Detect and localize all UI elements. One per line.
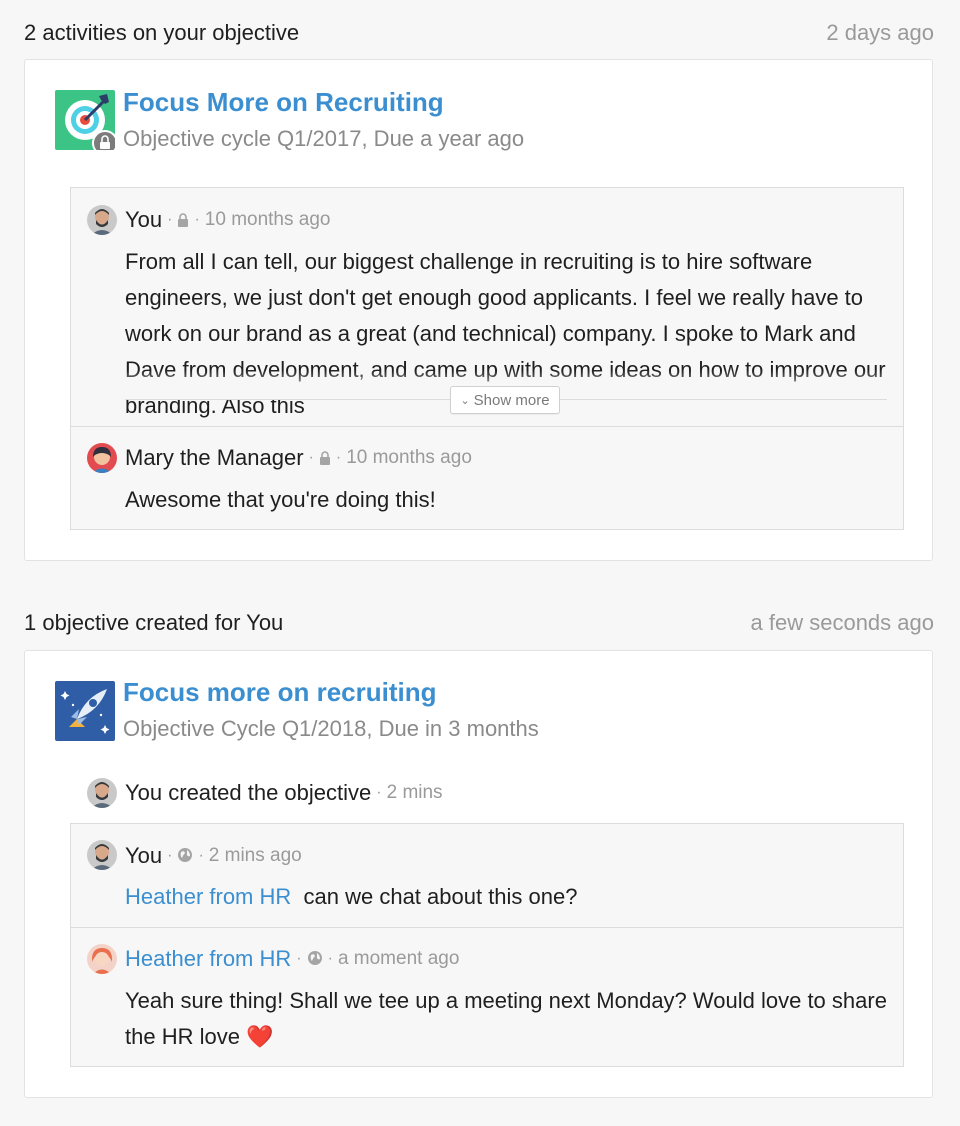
comment-time: 10 months ago xyxy=(346,447,472,468)
group-time: 2 days ago xyxy=(826,20,934,45)
comment-thread: You · · 10 months ago From all I can tel… xyxy=(70,187,904,530)
comment: You · · 10 months ago From all I can tel… xyxy=(71,188,903,426)
comment-thread: You · · 2 mins ago Heather from HR can w… xyxy=(70,823,904,1067)
comment-meta: Heather from HR · · a moment ago xyxy=(125,946,460,972)
activity-group-header: 1 objective created for You a few second… xyxy=(24,610,934,636)
group-title: 1 objective created for You xyxy=(24,610,284,635)
mention-link[interactable]: Heather from HR xyxy=(125,884,291,909)
target-icon[interactable] xyxy=(55,90,118,156)
comment-author[interactable]: Mary the Manager xyxy=(125,445,304,471)
comment-text: Yeah sure thing! Shall we tee up a meeti… xyxy=(125,988,887,1049)
globe-icon xyxy=(307,946,323,972)
group-title: 2 activities on your objective xyxy=(24,20,300,45)
lock-icon xyxy=(319,445,331,471)
avatar[interactable] xyxy=(87,944,117,974)
comment-meta: Mary the Manager · · 10 months ago xyxy=(125,445,472,471)
chevron-down-icon: ⌄ xyxy=(460,394,470,407)
objective-card: Focus more on recruiting Objective Cycle… xyxy=(24,650,933,1098)
comment-author[interactable]: Heather from HR xyxy=(125,946,291,972)
objective-title[interactable]: Focus More on Recruiting xyxy=(123,87,444,118)
avatar[interactable] xyxy=(87,205,117,235)
comment: You · · 2 mins ago Heather from HR can w… xyxy=(71,824,903,927)
comment-author[interactable]: You xyxy=(125,843,162,869)
objective-card: Focus More on Recruiting Objective cycle… xyxy=(24,59,933,561)
comment-text: Heather from HR can we chat about this o… xyxy=(125,879,887,915)
activity-text: You created the objective xyxy=(125,780,372,805)
group-time: a few seconds ago xyxy=(750,610,934,635)
comment-time: 10 months ago xyxy=(204,209,331,230)
avatar[interactable] xyxy=(87,840,117,870)
show-more-button[interactable]: ⌄ Show more xyxy=(450,386,560,414)
objective-subtitle: Objective cycle Q1/2017, Due a year ago xyxy=(123,126,525,151)
comment-message: can we chat about this one? xyxy=(303,884,578,909)
show-more-label: Show more xyxy=(473,391,550,409)
rocket-icon[interactable] xyxy=(55,681,115,741)
activity-group-header: 2 activities on your objective 2 days ag… xyxy=(24,20,934,46)
activity-time: 2 mins xyxy=(386,782,443,803)
comment-time: a moment ago xyxy=(337,948,460,969)
comment: Heather from HR · · a moment ago Yeah su… xyxy=(71,927,903,1067)
comment-meta: You · · 2 mins ago xyxy=(125,843,302,869)
avatar[interactable] xyxy=(87,778,117,808)
comment-time: 2 mins ago xyxy=(208,845,302,866)
globe-icon xyxy=(177,843,193,869)
avatar[interactable] xyxy=(87,443,117,473)
activity-item: You created the objective · 2 mins xyxy=(87,778,443,808)
comment-meta: You · · 10 months ago xyxy=(125,207,331,233)
comment-author[interactable]: You xyxy=(125,207,162,233)
comment: Mary the Manager · · 10 months ago Aweso… xyxy=(71,426,903,530)
objective-title[interactable]: Focus more on recruiting xyxy=(123,677,437,708)
lock-icon xyxy=(177,207,189,233)
comment-text: Awesome that you're doing this! xyxy=(125,487,436,512)
objective-subtitle: Objective Cycle Q1/2018, Due in 3 months xyxy=(123,716,539,741)
